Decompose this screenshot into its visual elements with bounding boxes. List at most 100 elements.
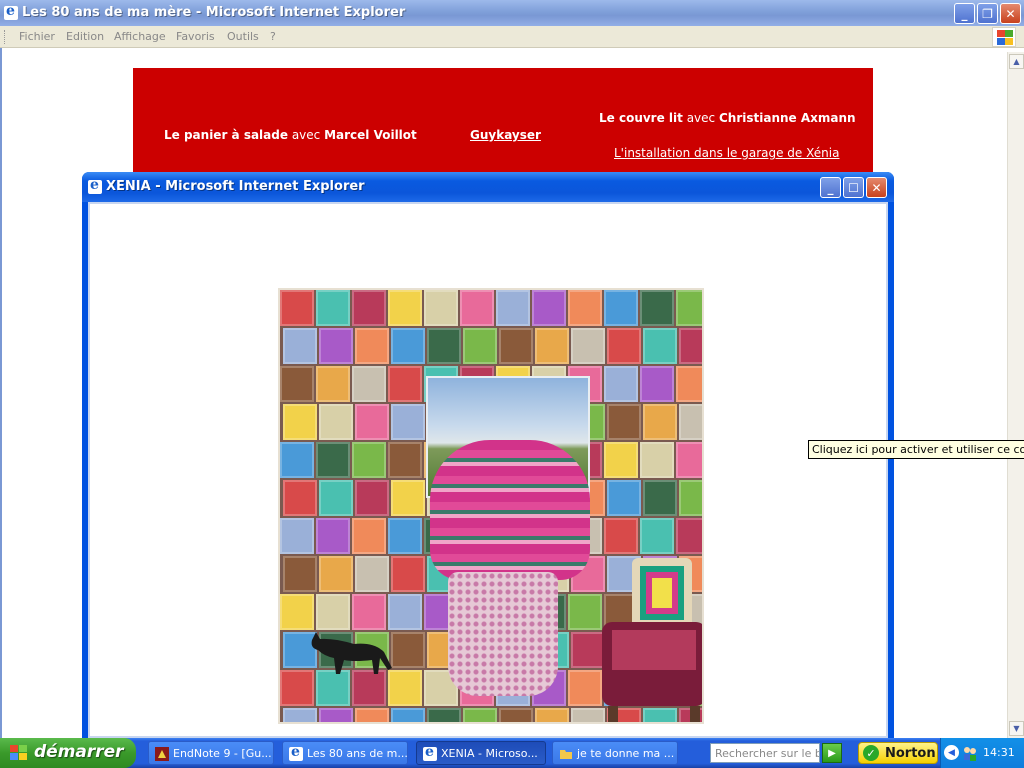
quilt-square xyxy=(640,518,674,554)
quilt-square xyxy=(571,708,605,722)
main-window-title: Les 80 ans de ma mère - Microsoft Intern… xyxy=(22,5,406,20)
quilt-square xyxy=(388,518,422,554)
quilt-square xyxy=(355,404,389,440)
banner-item-panier[interactable]: Le panier à salade avec Marcel Voillot xyxy=(164,128,417,142)
popup-close-button[interactable]: ✕ xyxy=(866,177,887,198)
scroll-up-arrow-icon[interactable]: ▲ xyxy=(1009,54,1024,69)
quilt-square xyxy=(571,328,605,364)
start-button[interactable]: démarrer xyxy=(0,738,136,768)
quilt-square xyxy=(676,442,702,478)
quilt-square xyxy=(355,328,389,364)
quilt-square xyxy=(463,328,497,364)
quilt-square xyxy=(388,366,422,402)
quilt-square xyxy=(391,404,425,440)
network-users-icon[interactable] xyxy=(962,745,978,761)
quilt-square xyxy=(535,708,569,722)
popup-minimize-button[interactable]: _ xyxy=(820,177,841,198)
quilt-square xyxy=(316,290,350,326)
quilt-square xyxy=(280,366,314,402)
restore-button[interactable]: ❐ xyxy=(977,3,998,24)
quilt-square xyxy=(427,328,461,364)
quilt-square xyxy=(355,556,389,592)
vertical-scrollbar[interactable]: ▲ ▼ xyxy=(1007,52,1024,738)
quilt-square xyxy=(604,366,638,402)
menu-help[interactable]: ? xyxy=(270,30,276,43)
woman-skirt xyxy=(448,572,558,696)
quilt-square xyxy=(640,366,674,402)
quilt-square xyxy=(391,328,425,364)
system-tray: ◀ 14:31 xyxy=(940,738,1024,768)
activex-tooltip: Cliquez ici pour activer et utiliser ce … xyxy=(808,440,1024,459)
norton-button[interactable]: ✓ Norton xyxy=(858,742,938,764)
quilt-square xyxy=(355,708,389,722)
quilt-square xyxy=(391,556,425,592)
quilt-square xyxy=(319,708,353,722)
windows-logo-icon xyxy=(992,27,1016,47)
menu-affichage[interactable]: Affichage xyxy=(114,30,166,43)
popup-titlebar[interactable]: XENIA - Microsoft Internet Explorer _ ☐ … xyxy=(82,172,894,202)
link-guykayser[interactable]: Guykayser xyxy=(470,128,541,142)
quilt-square xyxy=(319,328,353,364)
link-installation[interactable]: L'installation dans le garage de Xénia xyxy=(614,146,839,160)
popup-title: XENIA - Microsoft Internet Explorer xyxy=(106,179,365,194)
menu-favoris[interactable]: Favoris xyxy=(176,30,215,43)
task-endnote[interactable]: EndNote 9 - [Gu... xyxy=(148,741,274,765)
quilt-square xyxy=(496,290,530,326)
task-je-te-donne[interactable]: je te donne ma ... xyxy=(552,741,678,765)
quilt-square xyxy=(355,480,389,516)
quilt-square xyxy=(352,366,386,402)
quilt-square xyxy=(316,594,350,630)
ie-icon xyxy=(4,3,18,20)
desktop-search-input[interactable]: Rechercher sur le bur xyxy=(710,743,820,763)
quilt-square xyxy=(352,442,386,478)
scroll-down-arrow-icon[interactable]: ▼ xyxy=(1009,721,1024,736)
search-go-arrow-icon[interactable]: ▶ xyxy=(822,743,842,763)
task-xenia[interactable]: XENIA - Microso... xyxy=(416,741,546,765)
quilt-square xyxy=(643,404,677,440)
quilt-square xyxy=(352,290,386,326)
armchair-icon xyxy=(602,558,702,722)
quilt-square xyxy=(280,594,314,630)
ie-icon xyxy=(88,177,102,194)
main-window-titlebar[interactable]: Les 80 ans de ma mère - Microsoft Intern… xyxy=(0,0,1024,26)
quilt-square xyxy=(283,556,317,592)
quilt-square xyxy=(316,366,350,402)
woman-sweater xyxy=(430,440,590,580)
quilt-square xyxy=(679,328,702,364)
quilt-square xyxy=(388,442,422,478)
quilt-square xyxy=(427,708,461,722)
ie-icon xyxy=(423,744,437,761)
toolbar-grip[interactable] xyxy=(4,30,7,44)
quilt-square xyxy=(607,404,641,440)
minimize-button[interactable]: _ xyxy=(954,3,975,24)
quilt-square xyxy=(463,708,497,722)
quilt-square xyxy=(352,594,386,630)
clock: 14:31 xyxy=(983,746,1015,759)
quilt-square xyxy=(607,480,641,516)
task-les-80-ans[interactable]: Les 80 ans de m... xyxy=(282,741,408,765)
endnote-icon xyxy=(155,747,169,761)
quilt-square xyxy=(604,290,638,326)
quilt-square xyxy=(283,404,317,440)
menu-outils[interactable]: Outils xyxy=(227,30,259,43)
quilt-square xyxy=(316,518,350,554)
menu-edition[interactable]: Edition xyxy=(66,30,104,43)
quilt-square xyxy=(283,480,317,516)
banner-item-couvre-lit[interactable]: Le couvre lit avec Christianne Axmann xyxy=(599,111,856,125)
close-button[interactable]: ✕ xyxy=(1000,3,1021,24)
red-banner: Le panier à salade avec Marcel Voillot G… xyxy=(133,68,873,178)
quilt-square xyxy=(388,290,422,326)
quilt-square xyxy=(424,290,458,326)
menu-fichier[interactable]: Fichier xyxy=(19,30,55,43)
black-cat-icon xyxy=(311,632,392,674)
quilt-square xyxy=(319,556,353,592)
quilt-square xyxy=(643,480,677,516)
popup-maximize-button[interactable]: ☐ xyxy=(843,177,864,198)
quilt-square xyxy=(643,328,677,364)
quilt-square xyxy=(640,290,674,326)
tray-chevron-icon[interactable]: ◀ xyxy=(944,745,959,760)
collage-image[interactable] xyxy=(278,288,704,724)
quilt-square xyxy=(280,518,314,554)
quilt-square xyxy=(535,328,569,364)
quilt-square xyxy=(283,328,317,364)
